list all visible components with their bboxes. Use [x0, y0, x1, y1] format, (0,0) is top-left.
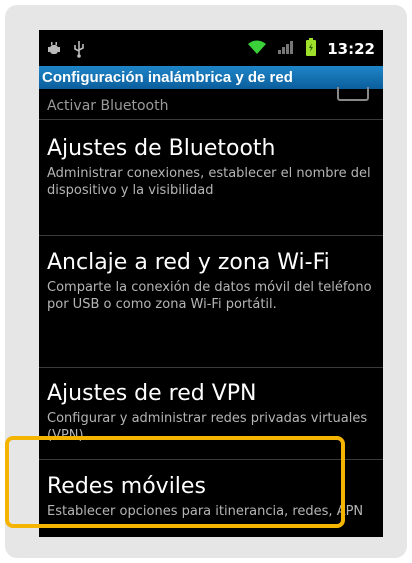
status-bar: 13:22 — [39, 30, 383, 66]
list-item-title: Ajustes de Bluetooth — [47, 136, 276, 161]
list-item-vpn-settings[interactable]: Ajustes de red VPN Configurar y administ… — [39, 380, 383, 444]
list-item-mobile-networks[interactable]: Redes móviles Establecer opciones para i… — [39, 473, 383, 520]
list-item-title: Redes móviles — [47, 474, 206, 499]
phone-screen: 13:22 Configuración inalámbrica y de red… — [39, 30, 383, 537]
list-item-label: Activar Bluetooth — [47, 98, 169, 114]
divider — [39, 235, 383, 236]
list-item-summary: Comparte la conexión de datos móvil del … — [47, 280, 372, 312]
usb-debug-icon — [47, 41, 61, 61]
divider — [39, 459, 383, 460]
list-item-summary: Administrar conexiones, establecer el no… — [47, 166, 371, 198]
list-item-summary: Configurar y administrar redes privadas … — [47, 411, 368, 443]
status-time: 13:22 — [327, 40, 375, 58]
battery-icon — [305, 38, 317, 60]
wifi-icon — [247, 39, 267, 59]
device-frame: 13:22 Configuración inalámbrica y de red… — [5, 5, 407, 558]
list-item-title: Ajustes de red VPN — [47, 381, 257, 406]
bluetooth-checkbox[interactable] — [337, 87, 369, 101]
usb-icon — [73, 40, 85, 62]
divider — [39, 119, 383, 120]
list-item-tethering[interactable]: Anclaje a red y zona Wi-Fi Comparte la c… — [39, 249, 383, 313]
signal-icon — [277, 39, 295, 59]
list-item-activar-bluetooth[interactable]: Activar Bluetooth — [39, 87, 383, 119]
divider — [39, 367, 383, 368]
list-item-summary: Establecer opciones para itinerancia, re… — [47, 504, 364, 519]
page-title: Configuración inalámbrica y de red — [39, 66, 383, 89]
list-item-bluetooth-settings[interactable]: Ajustes de Bluetooth Administrar conexio… — [39, 135, 383, 199]
list-item-title: Anclaje a red y zona Wi-Fi — [47, 250, 330, 275]
